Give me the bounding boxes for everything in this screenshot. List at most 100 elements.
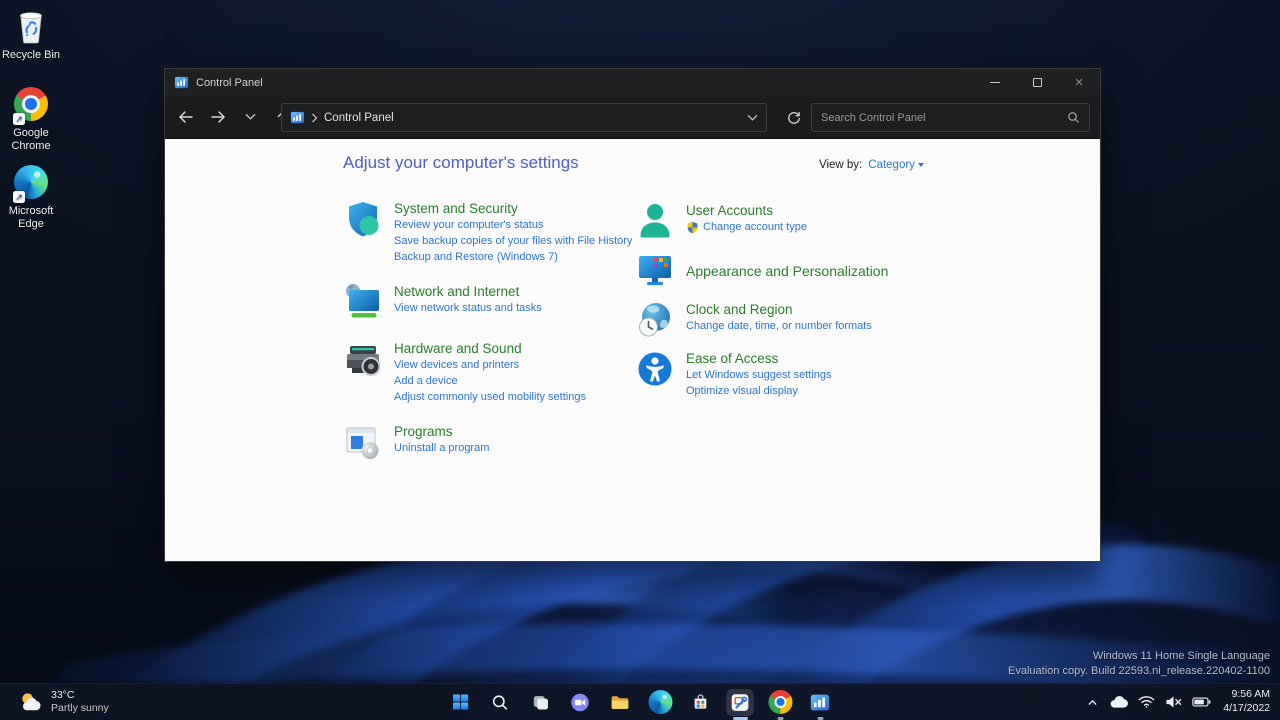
category-task-link[interactable]: Save backup copies of your files with Fi… [394,234,632,249]
category-task-link[interactable]: Add a device [394,374,586,389]
search-box[interactable] [811,103,1090,132]
category-task-link[interactable]: Change date, time, or number formats [686,319,872,334]
file-explorer-button[interactable] [607,689,634,716]
partly-sunny-icon [18,690,43,715]
category-user-accounts: User Accounts Change account type [635,201,935,241]
programs-icon[interactable] [343,422,383,462]
control-panel-app-icon [174,75,189,90]
category-task-link[interactable]: Adjust commonly used mobility settings [394,390,586,405]
wifi-icon[interactable] [1138,695,1155,709]
category-title-link[interactable]: Network and Internet [394,283,542,300]
edge-button[interactable] [647,689,674,716]
chrome-button[interactable] [767,689,794,716]
battery-icon[interactable] [1192,696,1211,708]
category-task-link[interactable]: View devices and printers [394,358,586,373]
appearance-and-personalization-icon[interactable] [635,250,675,290]
microsoft-store-button[interactable] [687,689,714,716]
control-panel-tools-button-active[interactable] [727,689,754,716]
category-task-link[interactable]: Backup and Restore (Windows 7) [394,250,632,265]
caret-down-icon [918,163,924,167]
volume-muted-icon[interactable] [1165,695,1182,709]
category-title-link[interactable]: Programs [394,423,489,440]
category-network-and-internet: Network and Internet View network status… [343,282,643,322]
category-title-link[interactable]: Clock and Region [686,301,872,318]
tray-time: 9:56 AM [1223,688,1270,702]
uac-shield-icon [686,221,699,234]
category-appearance-and-personalization: Appearance and Personalization [635,250,935,291]
desktop-icon-label: Google Chrome [0,127,66,153]
view-by-label: View by: [819,159,862,171]
refresh-button[interactable] [779,103,809,132]
maximize-button[interactable] [1016,69,1058,96]
network-and-internet-icon[interactable] [343,282,383,322]
category-title-link[interactable]: Ease of Access [686,350,832,367]
category-title-link[interactable]: Appearance and Personalization [686,251,888,291]
category-task-link[interactable]: Optimize visual display [686,384,832,399]
weather-temperature: 33°C [51,689,109,702]
close-button[interactable]: ✕ [1058,69,1100,96]
desktop-icon-label: Recycle Bin [2,49,60,62]
navigation-toolbar: Control Panel [165,96,1100,139]
category-task-link[interactable]: View network status and tasks [394,301,542,316]
clock[interactable]: 9:56 AM 4/17/2022 [1221,688,1270,715]
system-and-security-icon[interactable] [343,199,383,239]
control-panel-window: Control Panel ✕ [164,68,1101,562]
breadcrumb-item[interactable]: Control Panel [324,112,394,124]
control-panel-icon [810,692,831,713]
address-bar[interactable]: Control Panel [281,103,767,132]
recent-locations-chevron[interactable] [237,104,263,130]
breadcrumb-chevron-icon [311,113,318,123]
forward-button[interactable] [205,104,231,130]
search-icon[interactable] [1067,111,1080,124]
category-title-link[interactable]: Hardware and Sound [394,340,586,357]
windows-start-icon [450,692,470,712]
category-hardware-and-sound: Hardware and Sound View devices and prin… [343,339,643,405]
category-clock-and-region: Clock and Region Change date, time, or n… [635,300,935,340]
chrome-icon: ↗ [12,84,50,124]
category-task-link[interactable]: Let Windows suggest settings [686,368,832,383]
admin-tools-icon [730,692,751,713]
clock-and-region-icon[interactable] [635,300,675,340]
running-app-indicator [777,717,783,720]
hidden-icons-chevron[interactable] [1086,696,1099,709]
start-button[interactable] [447,689,474,716]
desktop-icon-google-chrome[interactable]: ↗ Google Chrome [0,84,69,153]
category-title-link[interactable]: System and Security [394,200,632,217]
desktop-icon-recycle-bin[interactable]: Recycle Bin [0,6,69,62]
user-accounts-icon[interactable] [635,201,675,241]
taskbar: 33°C Partly sunny [0,683,1280,720]
address-dropdown-chevron[interactable] [747,114,758,122]
weather-widget[interactable]: 33°C Partly sunny [10,684,117,720]
onedrive-cloud-icon[interactable] [1109,695,1128,709]
category-task-link[interactable]: Change account type [686,220,807,235]
window-title: Control Panel [196,77,263,89]
category-task-link[interactable]: Uninstall a program [394,441,489,456]
category-programs: Programs Uninstall a program [343,422,643,462]
chat-button[interactable] [567,689,594,716]
control-panel-button[interactable] [807,689,834,716]
view-by-dropdown[interactable]: Category [868,159,924,171]
taskbar-search-button[interactable] [487,689,514,716]
ease-of-access-icon[interactable] [635,349,675,389]
back-button[interactable] [173,104,199,130]
active-app-indicator [733,717,748,720]
shortcut-arrow-icon: ↗ [13,113,25,125]
desktop-icon-label: Microsoft Edge [0,205,66,231]
shortcut-arrow-icon: ↗ [13,191,25,203]
hardware-and-sound-icon[interactable] [343,339,383,379]
desktop-icon-microsoft-edge[interactable]: ↗ Microsoft Edge [0,162,69,231]
edge-icon: ↗ [12,162,50,202]
window-titlebar[interactable]: Control Panel ✕ [165,69,1100,96]
minimize-button[interactable] [974,69,1016,96]
chrome-icon [768,690,792,714]
windows-evaluation-watermark: Windows 11 Home Single Language Evaluati… [1008,649,1270,678]
microsoft-store-icon [690,692,710,712]
category-task-link[interactable]: Review your computer's status [394,218,632,233]
search-input[interactable] [821,112,1067,124]
category-system-and-security: System and Security Review your computer… [343,199,643,265]
category-title-link[interactable]: User Accounts [686,202,807,219]
categories-right-column: User Accounts Change account type [635,201,935,399]
task-view-button[interactable] [527,689,554,716]
category-ease-of-access: Ease of Access Let Windows suggest setti… [635,349,935,399]
edge-icon [648,690,672,714]
